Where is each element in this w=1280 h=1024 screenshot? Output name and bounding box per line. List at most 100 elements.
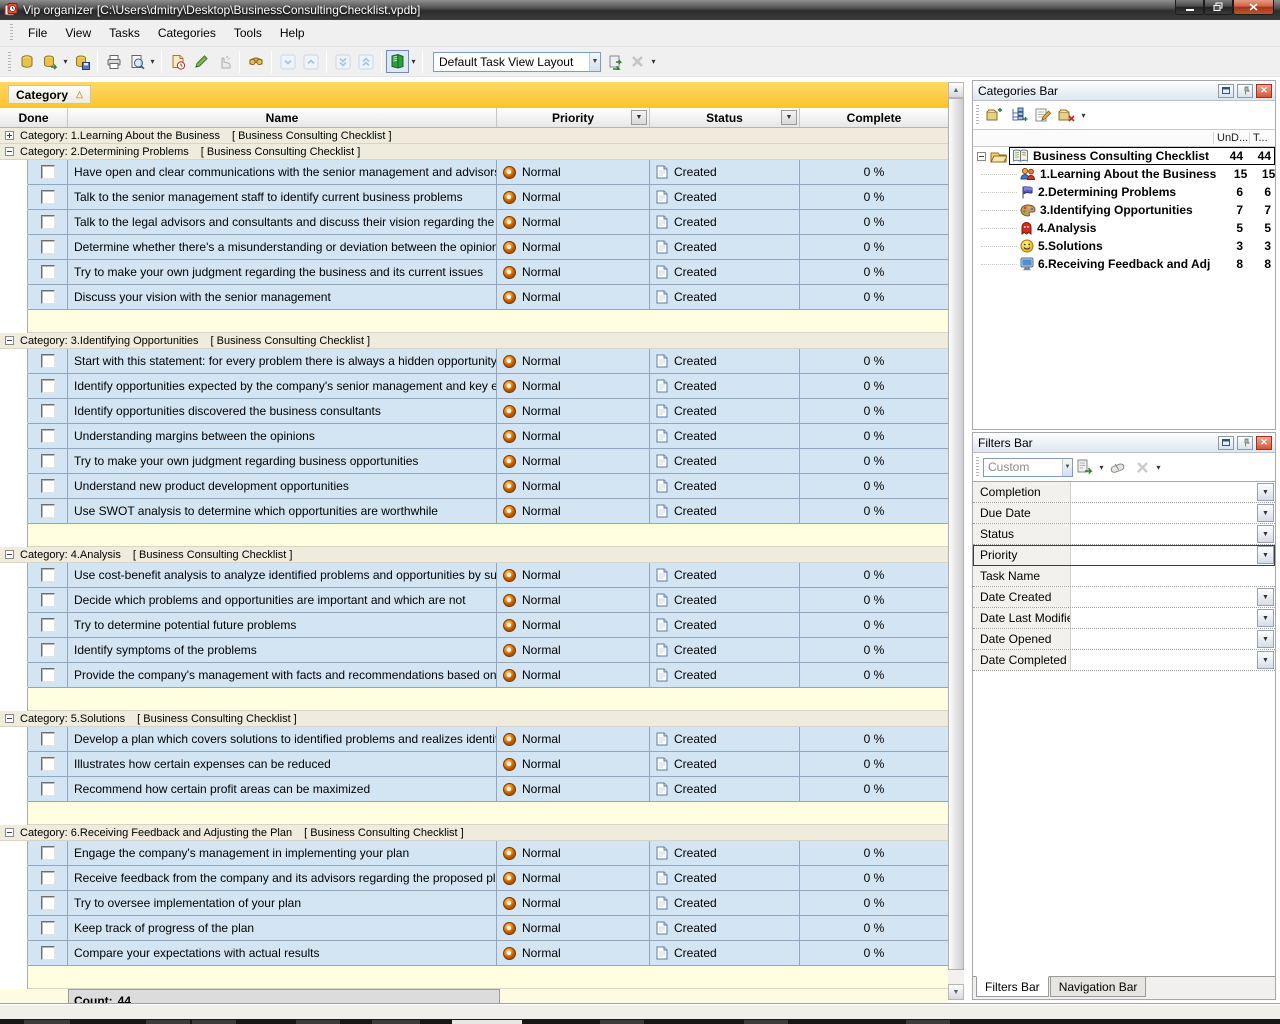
- close-button[interactable]: [1233, 0, 1274, 15]
- task-done-checkbox[interactable]: [41, 215, 55, 229]
- task-name-cell[interactable]: Try to make your own judgment regarding …: [68, 449, 497, 474]
- move-top-button[interactable]: [354, 50, 377, 73]
- tree-item-content[interactable]: 3.Identifying Opportunities77: [1017, 201, 1275, 219]
- task-priority-cell[interactable]: Normal: [497, 841, 650, 866]
- task-status-cell[interactable]: Created: [650, 727, 800, 752]
- task-row[interactable]: Recommend how certain profit areas can b…: [0, 777, 948, 802]
- move-up-button[interactable]: [299, 50, 322, 73]
- task-row[interactable]: Illustrates how certain expenses can be …: [0, 752, 948, 777]
- collapse-icon[interactable]: [5, 147, 14, 156]
- task-status-cell[interactable]: Created: [650, 891, 800, 916]
- filter-row-status[interactable]: Status▼: [973, 524, 1275, 545]
- category-tree-item[interactable]: 2.Determining Problems66: [973, 183, 1275, 201]
- category-tree-item[interactable]: 4.Analysis55: [973, 219, 1275, 237]
- task-priority-cell[interactable]: Normal: [497, 727, 650, 752]
- filter-dropdown-button[interactable]: ▼: [1257, 630, 1274, 648]
- task-row[interactable]: Try to make your own judgment regarding …: [0, 449, 948, 474]
- task-row[interactable]: Keep track of progress of the planNormal…: [0, 916, 948, 941]
- task-priority-cell[interactable]: Normal: [497, 752, 650, 777]
- task-name-cell[interactable]: Start with this statement: for every pro…: [68, 349, 497, 374]
- filter-value-field[interactable]: [1071, 566, 1275, 586]
- task-priority-cell[interactable]: Normal: [497, 891, 650, 916]
- task-row[interactable]: Decide which problems and opportunities …: [0, 588, 948, 613]
- task-name-cell[interactable]: Have open and clear communications with …: [68, 160, 497, 185]
- tree-item-content[interactable]: 2.Determining Problems66: [1017, 183, 1275, 201]
- task-done-checkbox[interactable]: [41, 921, 55, 935]
- toolbar-overflow[interactable]: ▾: [649, 57, 658, 66]
- category-group-row[interactable]: Category: 3.Identifying Opportunities[ B…: [0, 333, 948, 349]
- expand-icon[interactable]: [5, 131, 14, 140]
- filter-value-field[interactable]: [1071, 503, 1256, 523]
- new-checklist-button[interactable]: [983, 103, 1007, 127]
- task-name-cell[interactable]: Develop a plan which covers solutions to…: [68, 727, 497, 752]
- category-tree-item[interactable]: Business Consulting Checklist4444: [973, 147, 1275, 165]
- task-name-cell[interactable]: Understanding margins between the opinio…: [68, 424, 497, 449]
- task-name-cell[interactable]: Understand new product development oppor…: [68, 474, 497, 499]
- task-priority-cell[interactable]: Normal: [497, 916, 650, 941]
- task-row[interactable]: Talk to the legal advisors and consultan…: [0, 210, 948, 235]
- task-status-cell[interactable]: Created: [650, 449, 800, 474]
- group-by-chip[interactable]: Category △: [8, 85, 91, 104]
- view-layout-button[interactable]: [386, 50, 409, 73]
- filter-preset-arrow[interactable]: ▼: [1062, 459, 1072, 476]
- task-done-checkbox[interactable]: [41, 379, 55, 393]
- task-status-cell[interactable]: Created: [650, 474, 800, 499]
- task-priority-cell[interactable]: Normal: [497, 424, 650, 449]
- categories-restore-icon[interactable]: [1218, 84, 1234, 98]
- move-down-button[interactable]: [276, 50, 299, 73]
- new-category-button[interactable]: [1007, 103, 1031, 127]
- task-priority-cell[interactable]: Normal: [497, 638, 650, 663]
- edit-category-button[interactable]: [1031, 103, 1055, 127]
- task-priority-cell[interactable]: Normal: [497, 499, 650, 524]
- collapse-icon[interactable]: [5, 714, 14, 723]
- task-done-checkbox[interactable]: [41, 732, 55, 746]
- task-priority-cell[interactable]: Normal: [497, 588, 650, 613]
- apply-filter-dropdown[interactable]: ▾: [1097, 463, 1106, 472]
- task-status-cell[interactable]: Created: [650, 588, 800, 613]
- new-database-button[interactable]: [15, 50, 38, 73]
- minimize-button[interactable]: [1175, 0, 1204, 15]
- task-status-cell[interactable]: Created: [650, 285, 800, 310]
- column-header-status[interactable]: Status ▼: [650, 108, 800, 127]
- task-name-cell[interactable]: Use cost-benefit analysis to analyze ide…: [68, 563, 497, 588]
- filters-close-icon[interactable]: ✕: [1256, 436, 1272, 450]
- task-name-cell[interactable]: Illustrates how certain expenses can be …: [68, 752, 497, 777]
- filter-row-date-opened[interactable]: Date Opened▼: [973, 629, 1275, 650]
- task-status-cell[interactable]: Created: [650, 399, 800, 424]
- task-priority-cell[interactable]: Normal: [497, 474, 650, 499]
- task-row[interactable]: Try to determine potential future proble…: [0, 613, 948, 638]
- filter-value-field[interactable]: [1071, 608, 1256, 628]
- layout-combo[interactable]: Default Task View Layout ▼: [433, 52, 601, 72]
- filter-value-field[interactable]: [1071, 482, 1256, 502]
- task-status-cell[interactable]: Created: [650, 613, 800, 638]
- task-name-cell[interactable]: Try to make your own judgment regarding …: [68, 260, 497, 285]
- task-priority-cell[interactable]: Normal: [497, 210, 650, 235]
- print-preview-button[interactable]: [125, 50, 148, 73]
- filter-dropdown-button[interactable]: ▼: [1257, 483, 1274, 501]
- priority-filter-button[interactable]: ▼: [631, 110, 647, 125]
- task-done-checkbox[interactable]: [41, 871, 55, 885]
- menu-tasks[interactable]: Tasks: [100, 22, 149, 44]
- delete-layout-button[interactable]: [626, 50, 649, 73]
- task-done-checkbox[interactable]: [41, 479, 55, 493]
- category-group-row[interactable]: Category: 5.Solutions[ Business Consulti…: [0, 711, 948, 727]
- filter-dropdown-button[interactable]: ▼: [1257, 504, 1274, 522]
- category-tree-item[interactable]: 1.Learning About the Business1515: [973, 165, 1275, 183]
- task-status-cell[interactable]: Created: [650, 499, 800, 524]
- menu-view[interactable]: View: [56, 22, 100, 44]
- filter-row-due-date[interactable]: Due Date▼: [973, 503, 1275, 524]
- tab-navigation-bar[interactable]: Navigation Bar: [1050, 977, 1147, 997]
- filter-dropdown-button[interactable]: ▼: [1257, 651, 1274, 669]
- column-header-complete[interactable]: Complete: [800, 108, 948, 127]
- tree-item-content[interactable]: 1.Learning About the Business1515: [1017, 165, 1279, 183]
- menu-help[interactable]: Help: [271, 22, 314, 44]
- task-row[interactable]: Use SWOT analysis to determine which opp…: [0, 499, 948, 524]
- task-done-checkbox[interactable]: [41, 668, 55, 682]
- task-status-cell[interactable]: Created: [650, 374, 800, 399]
- filter-dropdown-button[interactable]: ▼: [1257, 609, 1274, 627]
- edit-task-button[interactable]: [189, 50, 212, 73]
- category-tree-item[interactable]: 3.Identifying Opportunities77: [973, 201, 1275, 219]
- task-name-cell[interactable]: Try to oversee implementation of your pl…: [68, 891, 497, 916]
- apply-filter-button[interactable]: [1073, 455, 1097, 479]
- filter-value-field[interactable]: [1071, 524, 1256, 544]
